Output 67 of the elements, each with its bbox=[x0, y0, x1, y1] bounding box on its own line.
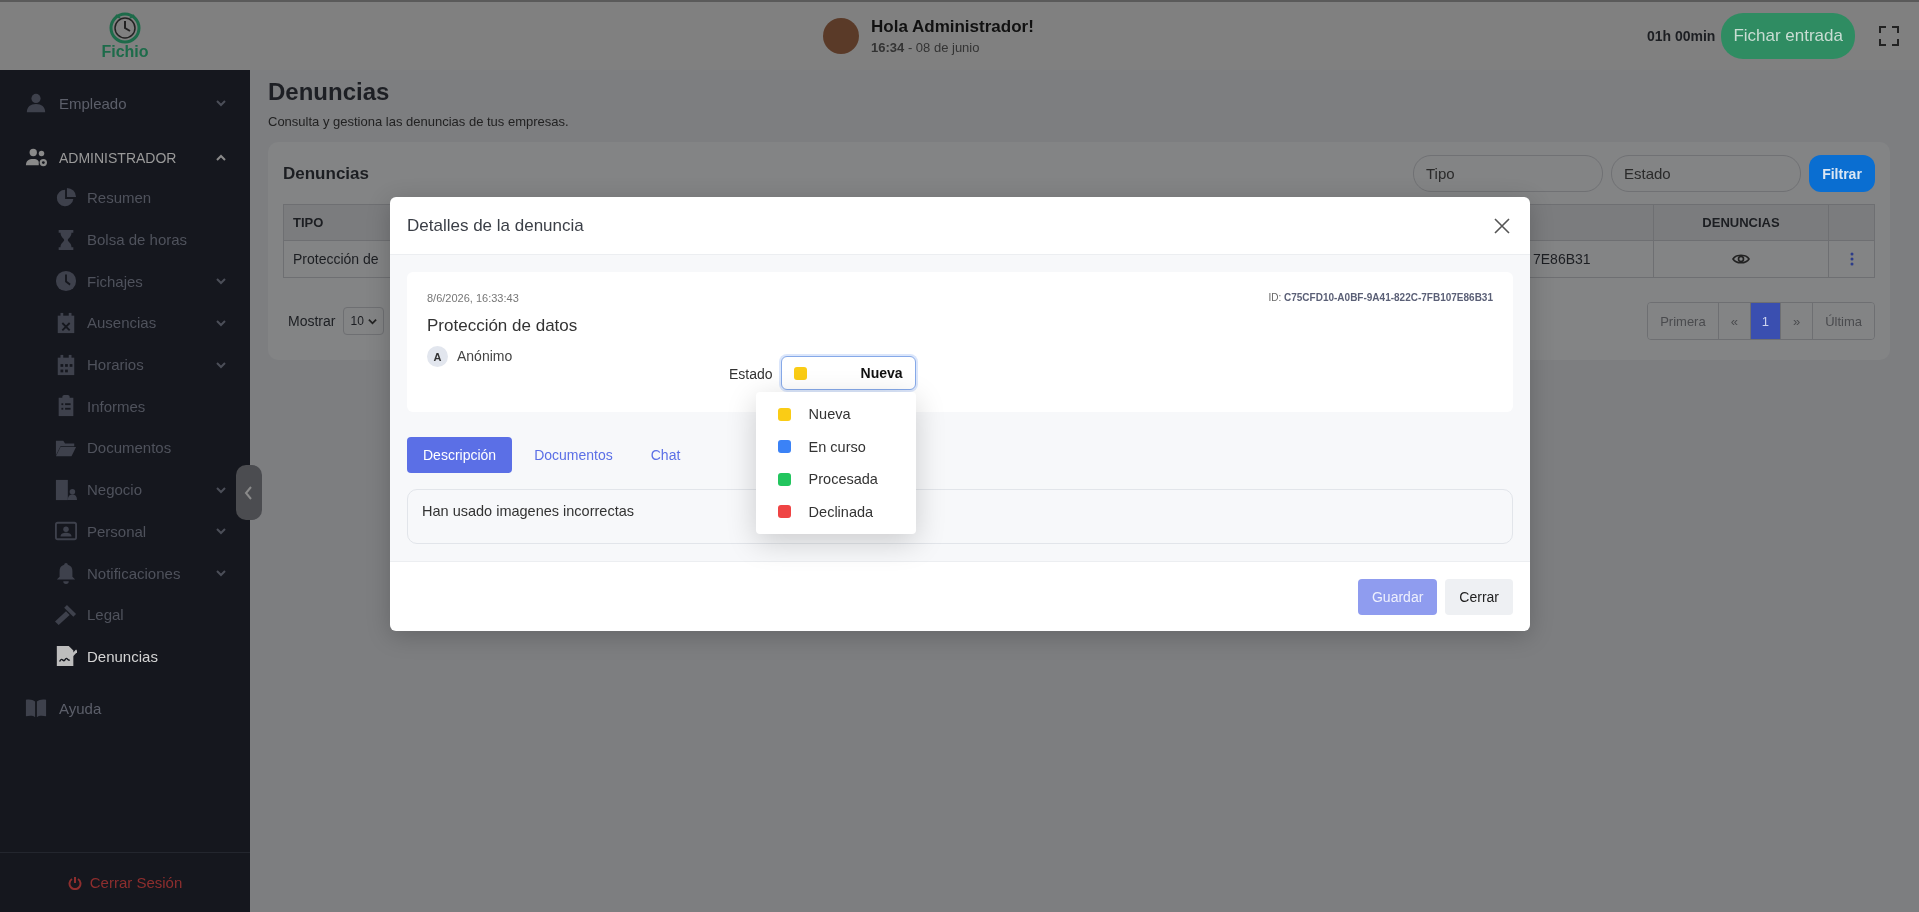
dropdown-option[interactable]: Declinada bbox=[755, 495, 916, 528]
report-id: ID: C75CFD10-A0BF-9A41-822C-7FB107E86B31 bbox=[1268, 292, 1493, 304]
pagination-button[interactable]: 1 bbox=[1750, 303, 1781, 339]
page-size-select[interactable]: 10 bbox=[343, 307, 384, 335]
status-label: Estado bbox=[729, 366, 773, 382]
sidebar-subitem[interactable]: Documentos bbox=[0, 427, 234, 469]
calendar-icon bbox=[55, 311, 77, 334]
close-button[interactable]: Cerrar bbox=[1445, 578, 1513, 615]
kebab-menu-icon[interactable] bbox=[1849, 252, 1854, 266]
dropdown-option[interactable]: Nueva bbox=[755, 398, 916, 431]
filter-field[interactable]: Estado bbox=[1611, 155, 1801, 192]
tab[interactable]: Documentos bbox=[518, 437, 629, 473]
report-date: 8/6/2026, 16:33:43 bbox=[427, 292, 519, 304]
power-icon bbox=[67, 875, 82, 890]
clock-logo-icon bbox=[108, 11, 142, 45]
eye-icon[interactable] bbox=[1732, 252, 1750, 266]
sidebar-subitem[interactable]: Horarios bbox=[0, 343, 234, 386]
author-name: Anónimo bbox=[457, 348, 514, 364]
dropdown-option[interactable]: Procesada bbox=[755, 463, 916, 496]
tab[interactable]: Descripción bbox=[407, 437, 513, 473]
bell-icon bbox=[55, 562, 77, 585]
book-icon bbox=[23, 697, 49, 720]
gavel-icon bbox=[55, 603, 77, 626]
column-header: DENUNCIAS bbox=[1654, 205, 1829, 241]
timer-text: 01h 00min bbox=[1646, 28, 1716, 44]
page-title: Denuncias bbox=[268, 78, 391, 106]
building-icon bbox=[55, 478, 77, 501]
date-time-text: 16:34 - 08 de junio bbox=[871, 40, 981, 55]
id-card-icon bbox=[55, 520, 77, 543]
greeting-text: Hola Administrador! bbox=[871, 17, 1034, 37]
sidebar-subitem[interactable]: Fichajes bbox=[0, 260, 234, 303]
sidebar-item[interactable]: Ayuda bbox=[0, 689, 234, 728]
report-title: Protección de datos bbox=[427, 316, 579, 336]
sidebar-subitem[interactable]: Personal bbox=[0, 510, 234, 553]
clock-icon bbox=[55, 270, 77, 293]
sidebar-subitem[interactable]: Notificaciones bbox=[0, 552, 234, 594]
sidebar-subitem[interactable]: Negocio bbox=[0, 468, 234, 511]
sidebar-subitem[interactable]: Denuncias bbox=[0, 635, 234, 678]
show-label: Mostrar bbox=[288, 313, 336, 329]
sidebar-subitem[interactable]: Resumen bbox=[0, 177, 234, 219]
fullscreen-icon[interactable] bbox=[1879, 26, 1899, 46]
modal-title: Detalles de la denuncia bbox=[407, 215, 585, 236]
page-subtitle: Consulta y gestiona las denuncias de tus empresas. bbox=[268, 114, 570, 129]
sidebar-subitem[interactable]: Ausencias bbox=[0, 302, 234, 344]
logout-button[interactable]: Cerrar Sesión bbox=[0, 852, 250, 912]
filter-button[interactable]: Filtrar bbox=[1809, 155, 1875, 192]
sidebar-item[interactable]: Empleado bbox=[0, 84, 234, 122]
tab[interactable]: Chat bbox=[634, 437, 697, 473]
document-signature-icon bbox=[55, 645, 77, 668]
author-initial-avatar: A bbox=[427, 346, 448, 367]
status-select[interactable]: Nueva bbox=[780, 356, 916, 390]
pie-chart-icon bbox=[55, 186, 77, 209]
sidebar-subitem[interactable]: Legal bbox=[0, 593, 234, 636]
card-title: Denuncias bbox=[283, 163, 370, 184]
users-gear-icon bbox=[23, 147, 49, 169]
logo-text: Fichio bbox=[101, 43, 149, 61]
clock-in-button[interactable]: Fichar entrada bbox=[1721, 13, 1855, 59]
dropdown-option[interactable]: En curso bbox=[755, 430, 916, 463]
sidebar-subitem[interactable]: Informes bbox=[0, 385, 234, 428]
chevron-down-icon bbox=[367, 316, 377, 326]
avatar-placeholder bbox=[823, 18, 860, 54]
sidebar-item[interactable]: ADMINISTRADOR bbox=[0, 139, 234, 177]
sidebar-subitem[interactable]: Bolsa de horas bbox=[0, 218, 234, 261]
close-icon[interactable] bbox=[1494, 217, 1510, 234]
collapse-handle[interactable] bbox=[236, 465, 262, 520]
filter-field[interactable]: Tipo bbox=[1413, 155, 1603, 192]
calendar-icon bbox=[55, 353, 77, 376]
